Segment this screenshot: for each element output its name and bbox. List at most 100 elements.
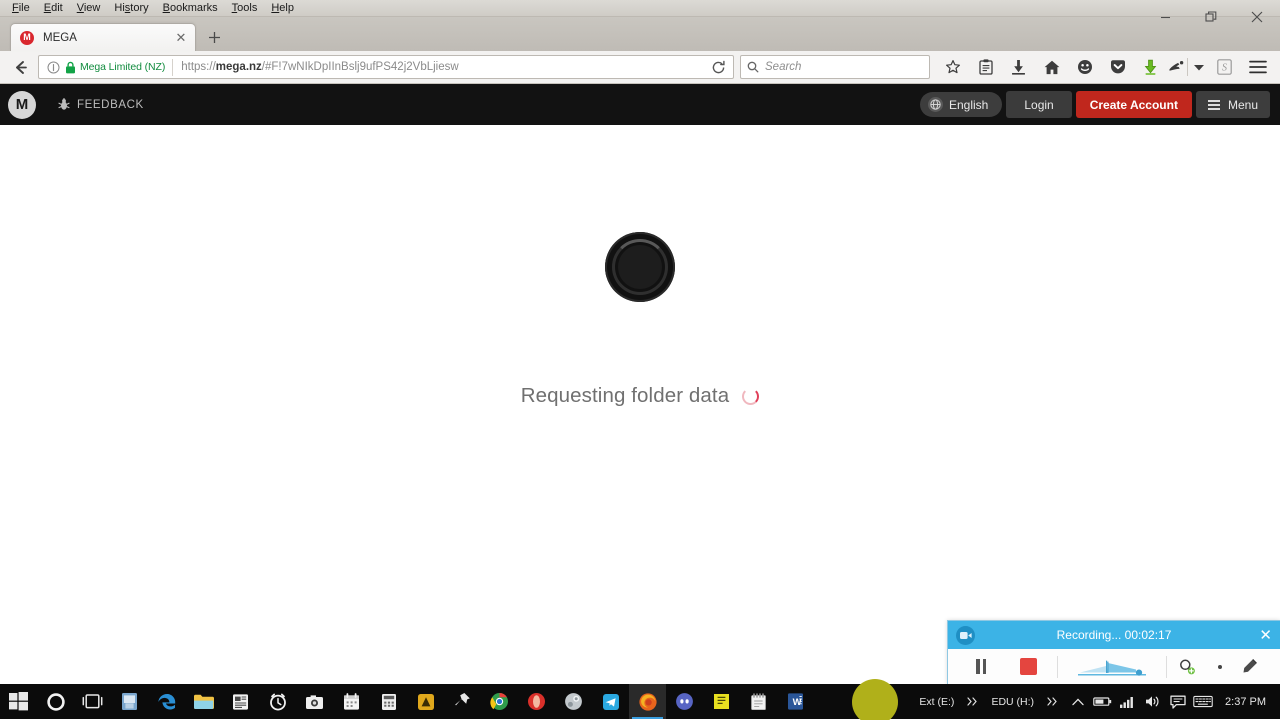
hamburger-menu-icon <box>1248 60 1267 74</box>
taskbar-clock[interactable]: 2:37 PM <box>1215 696 1274 708</box>
tab-close-icon[interactable]: ✕ <box>173 30 189 46</box>
taskbar-item-edge-browser[interactable] <box>148 684 185 719</box>
recorder-draw-button[interactable] <box>1233 658 1266 675</box>
chevron-up-icon[interactable] <box>1065 697 1090 706</box>
taskbar-item-notes-app[interactable] <box>703 684 740 719</box>
firefox-menu-button[interactable] <box>1241 53 1274 81</box>
recorder-close-icon[interactable]: ✕ <box>1259 628 1272 643</box>
taskbar-item-calculator-app[interactable] <box>370 684 407 719</box>
taskbar-item-start-button[interactable] <box>0 684 37 719</box>
taskbar-item-firefox-browser[interactable] <box>629 684 666 719</box>
screenshot-button[interactable]: S <box>1208 53 1241 81</box>
back-button[interactable] <box>6 54 34 80</box>
tray-drive-ext[interactable]: Ext (E:) <box>913 696 960 708</box>
taskbar-item-task-view[interactable] <box>74 684 111 719</box>
tray-drive-edu[interactable]: EDU (H:) <box>985 696 1040 708</box>
discord-icon <box>676 693 693 710</box>
close-button[interactable] <box>1234 2 1280 32</box>
menu-tools[interactable]: Tools <box>225 0 265 17</box>
taskbar-item-sticky-app[interactable] <box>444 684 481 719</box>
edge-icon <box>157 693 175 710</box>
taskbar-item-camera-app[interactable] <box>296 684 333 719</box>
new-tab-button[interactable] <box>200 23 228 51</box>
ev-certificate-badge[interactable]: Mega Limited (NZ) <box>62 58 174 76</box>
sync-account-button[interactable] <box>1068 53 1101 81</box>
volume-icon[interactable] <box>1140 695 1165 708</box>
ev-owner-text: Mega Limited (NZ) <box>80 61 166 73</box>
recorder-stop-button[interactable] <box>1001 658 1057 675</box>
home-button[interactable] <box>1035 53 1068 81</box>
url-text[interactable]: https://mega.nz/#F!7wNIkDpIInBslj9ufPS42… <box>181 61 705 73</box>
browser-tab-mega[interactable]: M MEGA ✕ <box>10 23 196 51</box>
plus-icon <box>208 31 220 43</box>
action-center-icon[interactable] <box>1165 695 1190 709</box>
search-bar[interactable]: Search <box>740 55 930 79</box>
bookmark-star-button[interactable] <box>936 53 969 81</box>
dot-icon <box>1217 664 1222 669</box>
taskbar-item-discord-app[interactable] <box>666 684 703 719</box>
taskbar-item-chrome-browser[interactable] <box>481 684 518 719</box>
taskbar-item-notepad-app[interactable] <box>740 684 777 719</box>
tab-title: MEGA <box>43 31 77 44</box>
keyboard-icon[interactable] <box>1190 695 1215 708</box>
idm-download-button[interactable] <box>1134 53 1167 81</box>
menu-history[interactable]: History <box>107 0 155 17</box>
minimize-button[interactable] <box>1142 2 1188 32</box>
browser-menu-bar: FFileile Edit View History Bookmarks Too… <box>0 0 1280 17</box>
back-arrow-icon <box>15 60 27 74</box>
feedback-link[interactable]: FEEDBACK <box>58 98 144 111</box>
windows-taskbar: W Ext (E:) EDU (H:) 2:37 PM <box>0 679 1280 720</box>
recorder-zoom-button[interactable] <box>1167 658 1206 676</box>
tray-overflow-1-icon[interactable] <box>960 697 985 706</box>
svg-text:S: S <box>1222 62 1227 73</box>
downloads-button[interactable] <box>1002 53 1035 81</box>
reading-list-button[interactable] <box>969 53 1002 81</box>
close-icon <box>1251 11 1263 23</box>
menu-view[interactable]: View <box>70 0 108 17</box>
menu-bookmarks[interactable]: Bookmarks <box>156 0 225 17</box>
battery-icon[interactable] <box>1090 696 1115 707</box>
taskbar-item-cortana[interactable] <box>37 684 74 719</box>
firefox-icon <box>638 692 657 711</box>
menu-file[interactable]: FFileile <box>5 0 37 17</box>
screenshot-icon: S <box>1217 59 1232 75</box>
taskbar-item-news-app[interactable] <box>222 684 259 719</box>
store-icon <box>122 693 137 710</box>
recorder-audio-meter[interactable] <box>1058 657 1166 676</box>
menu-help[interactable]: Help <box>264 0 301 17</box>
login-button[interactable]: Login <box>1006 91 1072 118</box>
taskbar-item-calendar-app[interactable] <box>333 684 370 719</box>
toolbar-divider <box>1187 58 1188 76</box>
feedback-label: FEEDBACK <box>77 98 144 111</box>
mega-menu-button[interactable]: Menu <box>1195 91 1270 118</box>
reader-list-icon <box>978 59 993 75</box>
toolbar-dropdown-button[interactable] <box>1190 53 1208 81</box>
idm-download-icon <box>1144 59 1157 75</box>
recorder-dropdown-dot[interactable] <box>1206 664 1233 669</box>
pocket-button[interactable] <box>1101 53 1134 81</box>
address-bar[interactable]: Mega Limited (NZ) https://mega.nz/#F!7wN… <box>38 55 734 79</box>
padlock-icon <box>66 61 75 73</box>
taskbar-item-telegram-app[interactable] <box>592 684 629 719</box>
restore-button[interactable] <box>1188 2 1234 32</box>
create-account-button[interactable]: Create Account <box>1075 91 1192 118</box>
network-bars-icon[interactable] <box>1115 696 1140 708</box>
taskbar-item-autocad-app[interactable] <box>407 684 444 719</box>
mega-menu-label: Menu <box>1227 97 1258 112</box>
reload-button[interactable] <box>705 60 731 75</box>
taskbar-item-opera-browser[interactable] <box>518 684 555 719</box>
extension-button[interactable] <box>1167 53 1185 81</box>
taskbar-item-steam-app[interactable] <box>555 684 592 719</box>
menu-edit[interactable]: Edit <box>37 0 70 17</box>
recorder-pause-button[interactable] <box>962 659 1001 674</box>
taskbar-item-store-app[interactable] <box>111 684 148 719</box>
tray-overflow-2-icon[interactable] <box>1040 697 1065 706</box>
recorder-title-bar[interactable]: Recording... 00:02:17 ✕ <box>948 621 1280 649</box>
window-controls <box>1142 0 1280 34</box>
taskbar-item-clock-app[interactable] <box>259 684 296 719</box>
taskbar-item-file-explorer[interactable] <box>185 684 222 719</box>
site-info-icon[interactable] <box>45 61 62 74</box>
language-selector-button[interactable]: English <box>919 92 1003 117</box>
mega-logo-icon[interactable]: M <box>8 90 36 119</box>
taskbar-item-word-app[interactable]: W <box>777 684 814 719</box>
